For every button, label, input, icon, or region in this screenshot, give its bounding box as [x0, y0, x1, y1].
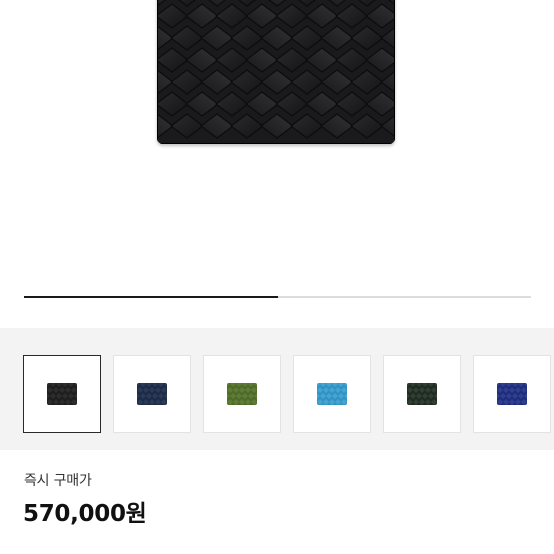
color-thumb-royal-blue[interactable]: [473, 355, 551, 433]
wallet-thumbnail-icon: [407, 383, 437, 405]
instant-buy-price-value: 570,000원: [23, 501, 147, 527]
woven-wallet-image: [157, 0, 395, 144]
instant-buy-price-label: 즉시 구매가: [24, 473, 92, 489]
gallery-progress-bar: [24, 296, 531, 298]
color-thumb-olive-green[interactable]: [203, 355, 281, 433]
color-option-thumbnails[interactable]: [0, 328, 554, 450]
wallet-thumbnail-icon: [317, 383, 347, 405]
wallet-thumbnail-icon: [497, 383, 527, 405]
product-image-carousel[interactable]: [0, 0, 554, 328]
color-thumb-black-green[interactable]: [383, 355, 461, 433]
intrecciato-weave-pattern: [157, 0, 395, 144]
wallet-thumbnail-icon: [47, 383, 77, 405]
wallet-thumbnail-icon: [227, 383, 257, 405]
color-thumb-navy[interactable]: [113, 355, 191, 433]
color-thumb-black[interactable]: [23, 355, 101, 433]
price-section: 즉시 구매가 570,000원: [0, 450, 554, 554]
wallet-thumbnail-icon: [137, 383, 167, 405]
gallery-progress-fill: [24, 296, 278, 298]
product-detail-page: 즉시 구매가 570,000원: [0, 0, 554, 554]
color-thumb-sky-blue[interactable]: [293, 355, 371, 433]
